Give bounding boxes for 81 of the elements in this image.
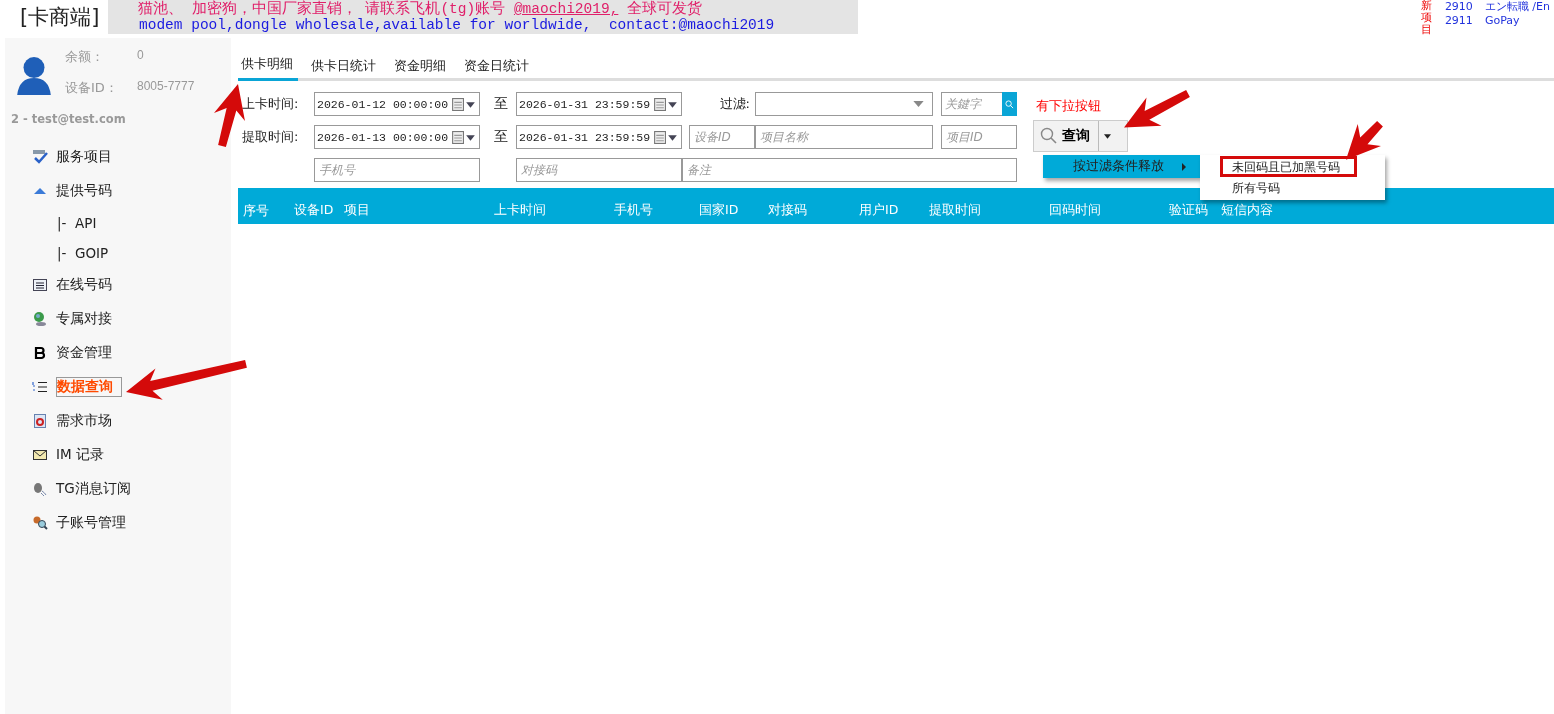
nav-subitem[interactable]: |- API <box>57 215 97 231</box>
input-field[interactable]: 对接码 <box>516 158 682 182</box>
new-projects-label: 新项目 <box>1420 0 1433 36</box>
speaker-icon <box>32 481 48 497</box>
search-icon <box>1040 127 1058 145</box>
annotation-text: 有下拉按钮 <box>1036 98 1102 115</box>
calendar-icon[interactable] <box>452 97 476 111</box>
column-header: 国家ID <box>699 201 740 219</box>
submenu-arrow-icon <box>1182 162 1186 171</box>
date-field[interactable]: 2026-01-31 23:59:59 <box>516 92 682 116</box>
arrow-drawing <box>1124 90 1190 128</box>
column-header: 序号 <box>243 203 270 217</box>
calendar-icon[interactable] <box>654 130 678 144</box>
field-label: 上卡时间: <box>242 95 300 113</box>
nav-item[interactable]: 专属对接 <box>56 310 112 328</box>
nav-item[interactable]: TG消息订阅 <box>56 480 131 498</box>
input-field[interactable]: 项目名称 <box>755 125 933 149</box>
arrow-drawing <box>1346 121 1383 160</box>
filter-dropdown[interactable] <box>755 92 933 116</box>
date-field[interactable]: 2026-01-13 00:00:00 <box>314 125 480 149</box>
nav-item[interactable]: 在线号码 <box>56 276 112 294</box>
filter-label: 过滤: <box>718 95 751 113</box>
column-header: 验证码 <box>1169 201 1209 219</box>
list-icon <box>32 277 48 293</box>
column-header: 回码时间 <box>1049 201 1102 219</box>
document-icon <box>32 413 48 429</box>
spellcheck-icon <box>32 149 48 165</box>
column-header: 对接码 <box>768 201 808 219</box>
input-field[interactable]: 备注 <box>682 158 1017 182</box>
envelope-icon <box>32 447 48 463</box>
tab[interactable]: 资金日统计 <box>461 50 534 81</box>
keyword-field[interactable]: 关鍵字 <box>941 92 1002 116</box>
device-id-label: 设备ID： <box>65 79 119 97</box>
menu-item[interactable]: 所有号码 <box>1220 177 1357 198</box>
user-search-icon <box>32 515 48 531</box>
nav-item[interactable]: 服务项目 <box>56 148 112 166</box>
column-header: 项目 <box>344 201 371 219</box>
column-header: 用户ID <box>859 201 900 219</box>
field-label: 至 <box>493 128 509 146</box>
banner-text: 猫池、 加密狗，中国厂家直销， 请联系飞机(tg)账号 @maochi2019, 全球可发货 <box>138 1 703 17</box>
contact-link[interactable]: @maochi2019, <box>513 1 619 17</box>
column-header: 手机号 <box>614 201 654 219</box>
column-header: 短信内容 <box>1221 201 1274 219</box>
menu-item[interactable]: 按过滤条件释放 <box>1043 155 1200 178</box>
device-id-value: 8005-7777 <box>137 79 195 95</box>
project-link[interactable]: GoPay <box>1484 14 1520 28</box>
column-header: 提取时间 <box>929 201 982 219</box>
calendar-icon[interactable] <box>452 130 476 144</box>
nav-item[interactable]: 资金管理 <box>56 344 112 362</box>
nav-item[interactable]: 提供号码 <box>56 182 112 200</box>
banner-text: modem pool,dongle wholesale,available for worldwide, contact:@maochi2019 <box>138 17 776 33</box>
globe-icon <box>32 311 48 327</box>
field-label: 至 <box>493 95 509 113</box>
nav-item[interactable]: 需求市场 <box>56 412 112 430</box>
date-field[interactable]: 2026-01-31 23:59:59 <box>516 125 682 149</box>
nav-subitem[interactable]: |- GOIP <box>57 245 109 261</box>
search-icon <box>1005 99 1014 109</box>
tab[interactable]: 资金明细 <box>391 50 451 81</box>
tab[interactable]: 供卡明细 <box>238 50 298 81</box>
input-field[interactable]: 项目ID <box>941 125 1017 149</box>
nav-item[interactable]: IM 记录 <box>56 446 104 464</box>
dropdown-caret-icon <box>913 101 924 107</box>
tab[interactable]: 供卡日统计 <box>308 50 381 81</box>
column-header: 设备ID <box>294 201 335 219</box>
field-label: 提取时间: <box>242 128 300 146</box>
balance-label: 余额： <box>65 48 105 66</box>
balance-value: 0 <box>137 48 144 64</box>
project-id: 2910 <box>1444 0 1473 14</box>
bold-icon <box>32 345 48 361</box>
column-header: 上卡时间 <box>494 201 547 219</box>
nav-item[interactable]: 子账号管理 <box>56 514 126 532</box>
logo-text: [卡商端] <box>20 4 101 31</box>
numbered-list-icon <box>32 379 48 395</box>
user-email: 2 - test@test.com <box>11 112 127 126</box>
input-field[interactable]: 手机号 <box>314 158 480 182</box>
date-field[interactable]: 2026-01-12 00:00:00 <box>314 92 480 116</box>
project-link[interactable]: エン転職 /En <box>1484 0 1550 14</box>
calendar-icon[interactable] <box>654 97 678 111</box>
menu-item[interactable]: 未回码且已加黑号码 <box>1220 156 1357 177</box>
project-id: 2911 <box>1444 14 1473 28</box>
caret-icon <box>1103 133 1111 139</box>
